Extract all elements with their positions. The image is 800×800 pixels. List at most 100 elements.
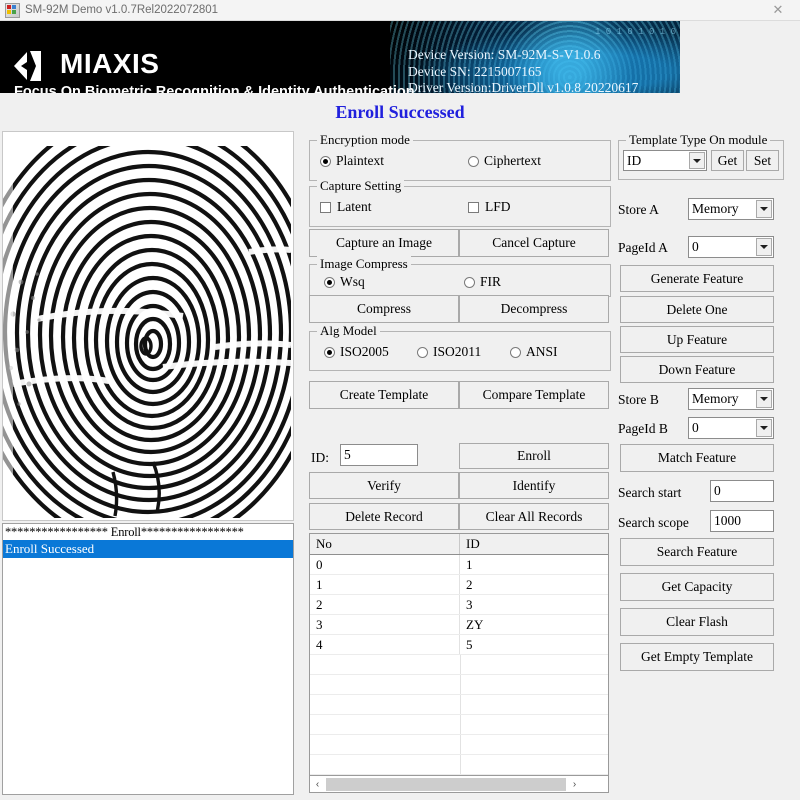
store-a-select[interactable]: Memory [688, 198, 774, 220]
search-start-input[interactable]: 0 [710, 480, 774, 502]
radio-dot-icon [464, 276, 475, 288]
generate-feature-button[interactable]: Generate Feature [620, 265, 774, 292]
device-sn: Device SN: 2215007165 [408, 63, 542, 79]
clear-flash-button[interactable]: Clear Flash [620, 608, 774, 636]
scroll-right-icon[interactable]: › [567, 776, 582, 792]
capture-an-image-button[interactable]: Capture an Image [309, 229, 459, 257]
brand-name: MIAXIS [60, 48, 160, 79]
page-id-b-label: PageId B [618, 421, 668, 436]
cell-no: 2 [310, 595, 460, 614]
records-horizontal-scrollbar[interactable]: ‹ › [309, 775, 609, 793]
driver-version: Driver Version:DriverDll v1.0.8 20220617 [408, 80, 639, 93]
window-titlebar: SM-92M Demo v1.0.7Rel2022072801 ✕ [0, 0, 800, 21]
radio-fir[interactable]: FIR [464, 274, 501, 290]
page-title: Enroll Successed [335, 102, 465, 122]
radio-wsq-label: Wsq [340, 274, 365, 289]
radio-dot-icon [324, 276, 335, 288]
checkbox-latent[interactable]: Latent [320, 199, 371, 215]
cell-id: ZY [466, 616, 484, 632]
cell-no: 1 [310, 575, 460, 594]
decompress-button[interactable]: Decompress [459, 295, 609, 323]
app-icon [5, 2, 20, 18]
radio-ciphertext[interactable]: Ciphertext [468, 153, 541, 169]
radio-ansi[interactable]: ANSI [510, 344, 558, 360]
search-scope-input[interactable]: 1000 [710, 510, 774, 532]
records-table[interactable]: No ID 0 1 1 2 2 3 3 ZY 4 5 [309, 533, 609, 793]
chevron-down-icon[interactable] [689, 152, 705, 169]
radio-ciphertext-label: Ciphertext [484, 153, 541, 168]
table-row[interactable]: 3 ZY [310, 615, 608, 635]
store-a-value: Memory [692, 201, 739, 216]
cell-no: 4 [310, 635, 460, 654]
chevron-down-icon[interactable] [756, 390, 772, 408]
table-row[interactable]: 2 3 [310, 595, 608, 615]
chevron-down-icon[interactable] [756, 419, 772, 437]
get-capacity-button[interactable]: Get Capacity [620, 573, 774, 601]
chevron-down-icon[interactable] [756, 238, 772, 256]
match-feature-button[interactable]: Match Feature [620, 444, 774, 472]
page-id-a-label: PageId A [618, 240, 668, 255]
table-header-row: No ID [310, 534, 608, 555]
scroll-left-icon[interactable]: ‹ [310, 776, 325, 792]
id-label: ID: [311, 450, 329, 465]
compare-template-button[interactable]: Compare Template [459, 381, 609, 409]
compress-button[interactable]: Compress [309, 295, 459, 323]
cell-id: 2 [466, 576, 473, 592]
create-template-button[interactable]: Create Template [309, 381, 459, 409]
table-row[interactable]: 0 1 [310, 555, 608, 575]
cell-id: 5 [466, 636, 473, 652]
store-b-label: Store B [618, 392, 659, 407]
chevron-down-icon[interactable] [756, 200, 772, 218]
checkbox-box-icon [468, 201, 479, 213]
delete-record-button[interactable]: Delete Record [309, 503, 459, 530]
radio-plaintext[interactable]: Plaintext [320, 153, 384, 169]
log-panel[interactable]: ***************** Enroll****************… [2, 523, 294, 795]
identify-button[interactable]: Identify [459, 472, 609, 499]
cell-id: 3 [466, 596, 473, 612]
clear-all-records-button[interactable]: Clear All Records [459, 503, 609, 530]
page-id-a-value: 0 [692, 239, 699, 254]
radio-wsq[interactable]: Wsq [324, 274, 365, 290]
table-empty-row [310, 675, 608, 695]
table-empty-row [310, 715, 608, 735]
radio-dot-icon [324, 346, 335, 358]
radio-iso2011-label: ISO2011 [433, 344, 482, 359]
down-feature-button[interactable]: Down Feature [620, 356, 774, 383]
template-get-button[interactable]: Get [711, 150, 744, 171]
id-input[interactable]: 5 [340, 444, 418, 466]
table-row[interactable]: 4 5 [310, 635, 608, 655]
checkbox-box-icon [320, 201, 331, 213]
template-set-button[interactable]: Set [746, 150, 779, 171]
encryption-mode-caption: Encryption mode [317, 132, 413, 148]
banner-binary-text: 1 0 1 0 1 0 1 0 [594, 27, 676, 37]
enroll-button[interactable]: Enroll [459, 443, 609, 469]
cell-no: 3 [310, 615, 460, 634]
template-type-select[interactable]: ID [623, 150, 707, 171]
device-version: Device Version: SM-92M-S-V1.0.6 [408, 47, 601, 62]
alg-model-group: Alg Model ISO2005 ISO2011 ANSI [309, 323, 611, 371]
verify-button[interactable]: Verify [309, 472, 459, 499]
radio-iso2011[interactable]: ISO2011 [417, 344, 481, 360]
cancel-capture-button[interactable]: Cancel Capture [459, 229, 609, 257]
radio-ansi-label: ANSI [526, 344, 558, 359]
radio-iso2005[interactable]: ISO2005 [324, 344, 389, 360]
fingerprint-preview [2, 131, 294, 521]
up-feature-button[interactable]: Up Feature [620, 326, 774, 353]
close-icon[interactable]: ✕ [756, 0, 800, 20]
log-entry-selected[interactable]: Enroll Successed [3, 540, 293, 558]
radio-dot-icon [510, 346, 521, 358]
page-id-b-select[interactable]: 0 [688, 417, 774, 439]
device-info: Device Version: SM-92M-S-V1.0.6 Device S… [408, 47, 638, 93]
page-id-a-select[interactable]: 0 [688, 236, 774, 258]
scrollbar-thumb[interactable] [326, 777, 566, 791]
search-feature-button[interactable]: Search Feature [620, 538, 774, 566]
delete-one-button[interactable]: Delete One [620, 296, 774, 323]
capture-setting-group: Capture Setting Latent LFD [309, 178, 611, 227]
checkbox-lfd[interactable]: LFD [468, 199, 511, 215]
page-id-b-value: 0 [692, 420, 699, 435]
store-b-select[interactable]: Memory [688, 388, 774, 410]
table-row[interactable]: 1 2 [310, 575, 608, 595]
get-empty-template-button[interactable]: Get Empty Template [620, 643, 774, 671]
search-start-label: Search start [618, 485, 682, 500]
store-b-value: Memory [692, 391, 739, 406]
